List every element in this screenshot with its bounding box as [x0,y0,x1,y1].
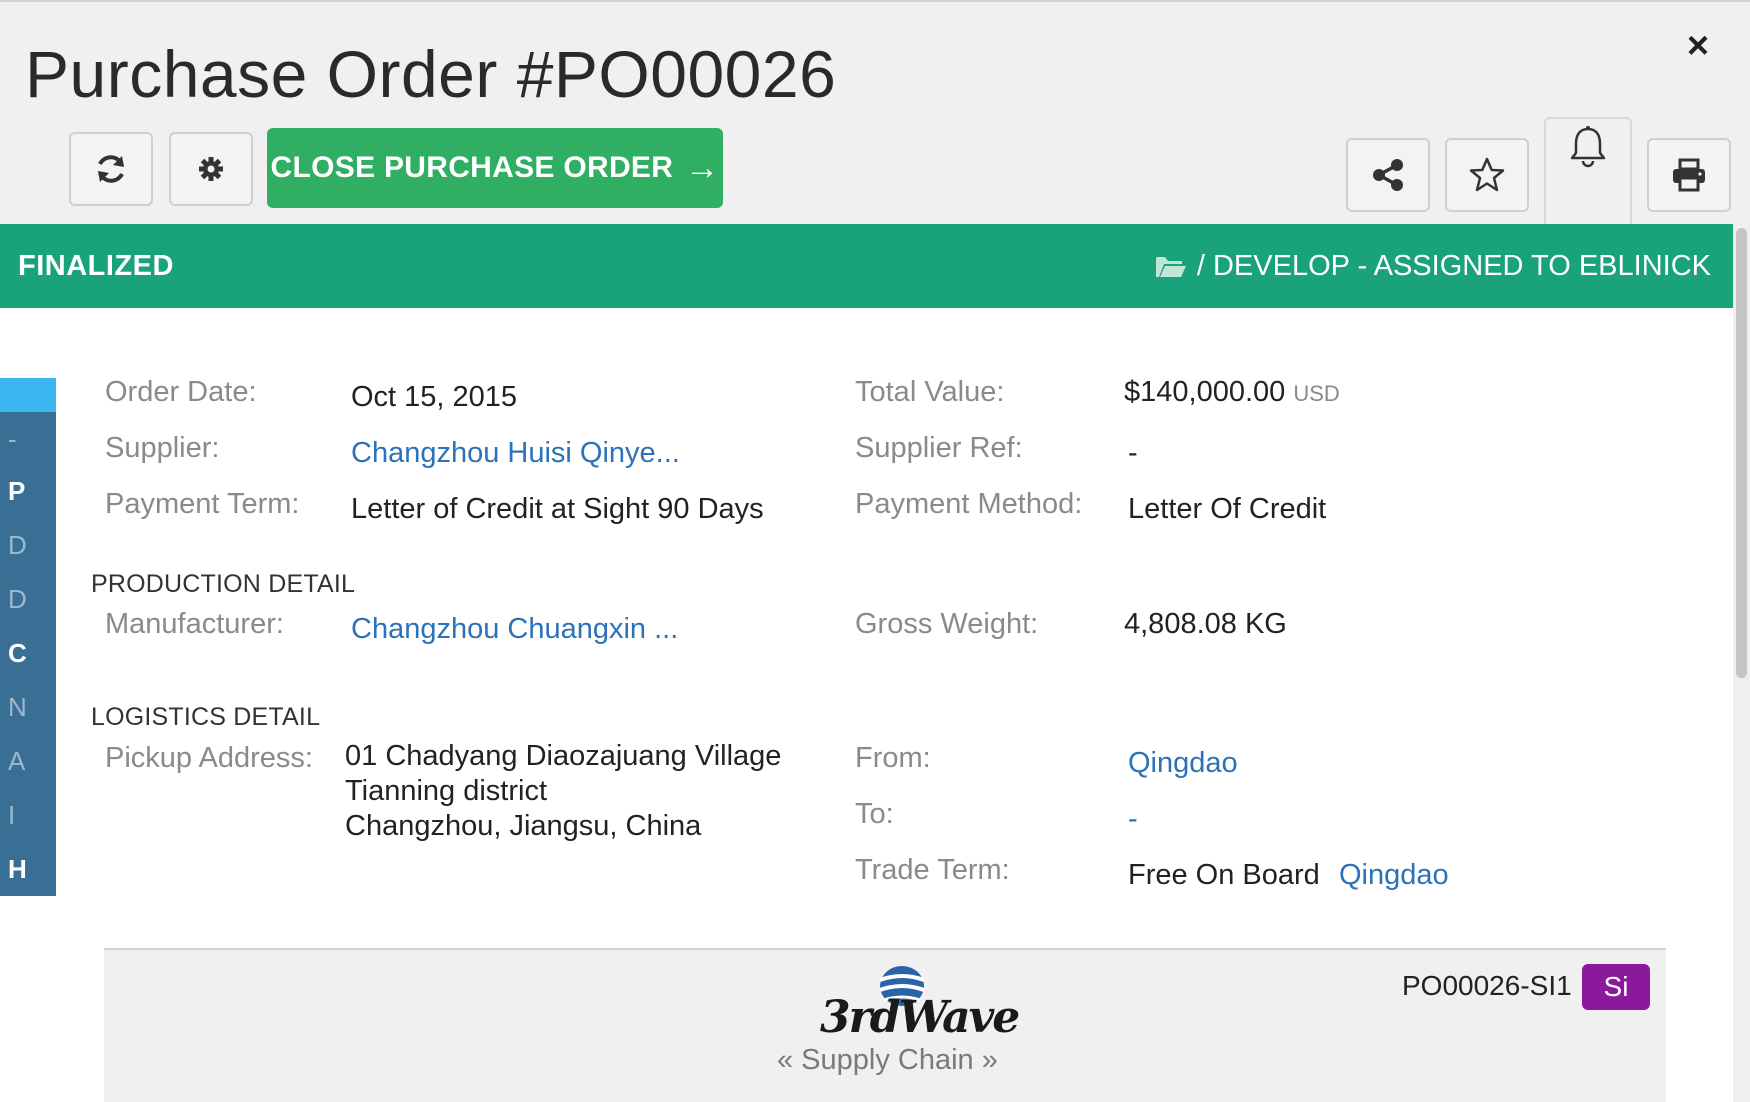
supplier-link[interactable]: Changzhou Huisi Qinye... [351,437,680,470]
section-nav-item[interactable]: I [8,800,15,831]
order-date-label: Order Date: [105,376,257,408]
logo-tagline: « Supply Chain » [777,1044,998,1076]
production-detail-heading: PRODUCTION DETAIL [91,570,356,598]
section-nav-item[interactable]: P [8,476,25,507]
supplier-ref-label: Supplier Ref: [855,432,1023,464]
share-button[interactable] [1346,138,1430,212]
status-badge: FINALIZED [18,250,174,282]
total-value: $140,000.00 USD [1124,376,1340,409]
print-button[interactable] [1647,138,1731,212]
shipping-instruction-badge[interactable]: Si [1582,964,1650,1010]
section-nav-item[interactable]: D [8,584,27,615]
pickup-address-line: 01 Chadyang Diaozajuang Village [345,740,782,772]
project-assignment[interactable]: / DEVELOP - ASSIGNED TO EBLINICK [1155,250,1711,283]
bell-icon [1570,126,1606,168]
folder-open-icon [1155,256,1186,277]
section-nav-item[interactable]: - [8,424,17,455]
trade-term-label: Trade Term: [855,854,1010,886]
close-purchase-order-label: CLOSE PURCHASE ORDER [270,151,674,184]
supplier-label: Supplier: [105,432,220,464]
total-value-amount: $140,000.00 [1124,376,1286,408]
section-nav-rail[interactable]: - P D D C N A I H [0,378,56,896]
currency-code: USD [1293,381,1340,406]
to-label: To: [855,798,894,830]
notifications-tab[interactable] [1544,117,1632,227]
to-port-link[interactable]: - [1128,803,1138,836]
logistics-detail-heading: LOGISTICS DETAIL [91,703,321,731]
shipping-instruction-ref: PO00026-SI1 [1402,970,1572,1001]
share-icon [1373,159,1403,191]
section-nav-active [0,378,56,412]
favorite-button[interactable] [1445,138,1529,212]
scrollbar-thumb[interactable] [1736,228,1747,678]
arrow-right-icon: → [685,148,720,187]
manufacturer-link[interactable]: Changzhou Chuangxin ... [351,613,678,646]
section-nav-item[interactable]: A [8,746,25,777]
settings-button[interactable] [169,132,253,206]
trade-term-value: Free On Board [1128,859,1320,891]
manufacturer-label: Manufacturer: [105,608,284,640]
section-nav-item[interactable]: N [8,692,27,723]
printer-icon [1673,158,1705,192]
gross-weight-label: Gross Weight: [855,608,1039,640]
payment-term-label: Payment Term: [105,488,300,520]
pickup-address-line: Tianning district [345,775,548,807]
supplier-ref-value: - [1128,437,1138,469]
order-date-value: Oct 15, 2015 [351,381,518,413]
section-nav-item[interactable]: C [8,638,27,669]
total-value-label: Total Value: [855,376,1005,408]
close-purchase-order-button[interactable]: CLOSE PURCHASE ORDER → [267,128,723,208]
section-nav-item[interactable]: H [8,854,27,885]
refresh-button[interactable] [69,132,153,206]
star-icon [1469,157,1505,192]
project-assignment-label: / DEVELOP - ASSIGNED TO EBLINICK [1196,250,1711,282]
trade-term-port-link[interactable]: Qingdao [1339,859,1449,892]
from-port-link[interactable]: Qingdao [1128,747,1238,780]
payment-term-value: Letter of Credit at Sight 90 Days [351,493,764,525]
gross-weight-value: 4,808.08 KG [1124,608,1287,640]
refresh-icon [98,155,124,183]
payment-method-value: Letter Of Credit [1128,493,1327,525]
status-bar: FINALIZED / DEVELOP - ASSIGNED TO EBLINI… [0,224,1733,308]
section-nav-item[interactable]: D [8,530,27,561]
window-header: Purchase Order #PO00026 × CLOSE PURCHASE… [0,0,1750,227]
page-title: Purchase Order #PO00026 [25,37,837,111]
gear-icon [199,157,223,181]
payment-method-label: Payment Method: [855,488,1083,520]
pickup-address-label: Pickup Address: [105,742,313,774]
close-icon[interactable]: × [1680,27,1716,65]
pickup-address-line: Changzhou, Jiangsu, China [345,810,702,842]
from-label: From: [855,742,931,774]
company-logo-text: 3rdWave [820,992,1020,1043]
